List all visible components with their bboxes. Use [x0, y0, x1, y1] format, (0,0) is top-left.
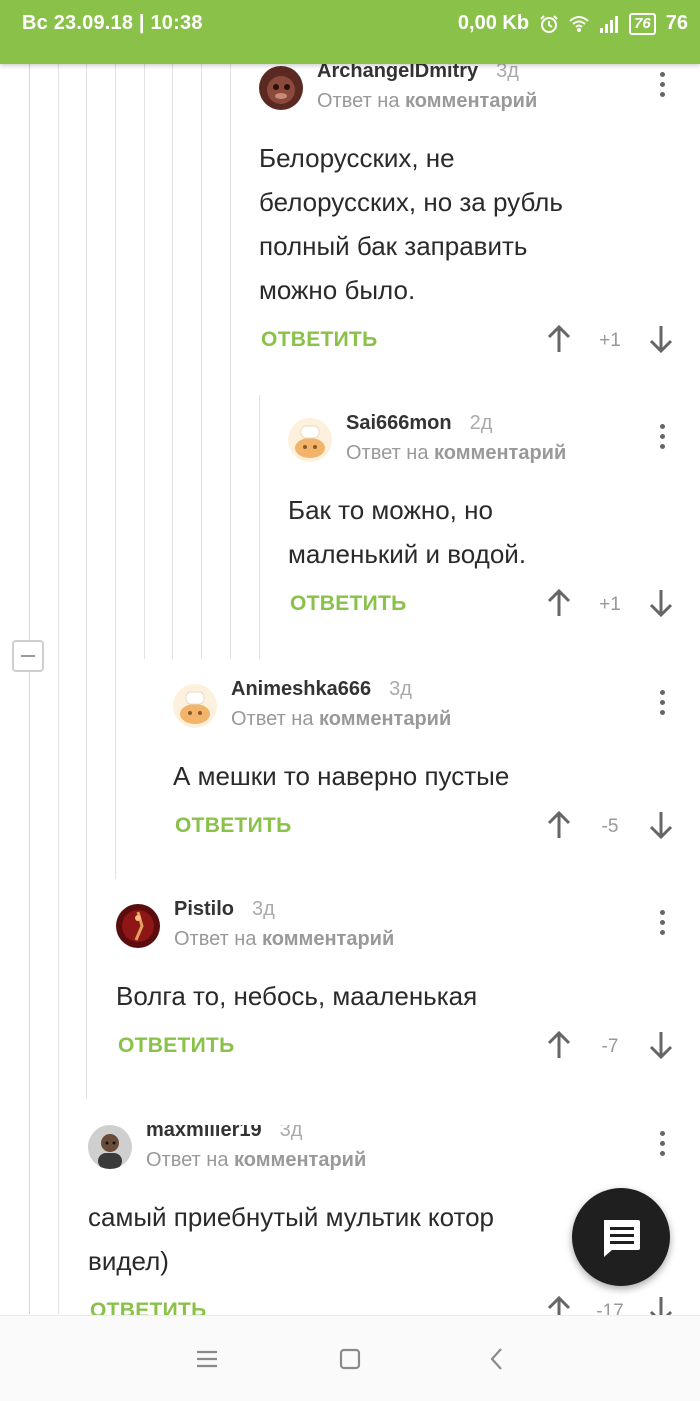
reply-to-line: Ответ на комментарий [346, 442, 567, 464]
system-navigation-bar [0, 1315, 700, 1401]
thread-line [259, 395, 260, 659]
thread-line [144, 64, 145, 659]
reply-to-link[interactable]: комментарий [234, 1149, 366, 1171]
comment: Sai666mon 2д Ответ на комментарий Бак то … [288, 412, 700, 628]
comment-username[interactable]: Sai666mon 2д [346, 412, 492, 435]
more-options-icon[interactable] [659, 910, 665, 938]
comment-rating: -7 [601, 1036, 619, 1057]
avatar[interactable] [173, 684, 217, 728]
comment-username[interactable]: Pistilo 3д [174, 898, 275, 921]
wifi-icon [569, 15, 589, 32]
comment-rating: -5 [601, 816, 619, 837]
comment-text-line: полный бак заправить [259, 231, 528, 261]
reply-button[interactable]: ОТВЕТИТЬ [261, 328, 378, 352]
thread-line [29, 64, 30, 1314]
battery-icon: 76 [629, 12, 656, 35]
avatar[interactable] [259, 66, 303, 110]
more-options-icon[interactable] [659, 72, 665, 100]
comment-time: 3д [252, 898, 275, 920]
comment-text-line: самый приебнутый мультик котор [88, 1202, 494, 1232]
comment: Pistilo 3д Ответ на комментарий Волга то,… [116, 898, 700, 1074]
battery-percent: 76 [665, 12, 688, 34]
more-options-icon[interactable] [659, 424, 665, 452]
comment-text-line: белорусских, но за рубль [259, 187, 563, 217]
thread-line [172, 64, 173, 659]
comment-time: 2д [469, 412, 493, 434]
downvote-arrow-icon[interactable] [647, 324, 675, 354]
reply-to-line: Ответ на комментарий [174, 928, 395, 950]
thread-line [115, 64, 116, 879]
comment-rating: +1 [599, 594, 621, 615]
signal-icon [600, 15, 619, 33]
alarm-icon [540, 14, 558, 33]
more-options-icon[interactable] [659, 1131, 665, 1159]
comment-time: 3д [279, 1125, 303, 1141]
upvote-arrow-icon[interactable] [545, 324, 573, 354]
comment-username[interactable]: maxmiller19 3д [146, 1125, 302, 1142]
reply-to-link[interactable]: комментарий [434, 442, 566, 464]
reply-to-link[interactable]: комментарий [262, 928, 394, 950]
reply-to-line: Ответ на комментарий [231, 708, 452, 730]
status-bar: Вс 23.09.18 | 10:38 0,00 Kb 76 76 [0, 0, 700, 64]
comment-rating: +1 [599, 330, 621, 351]
avatar[interactable] [288, 418, 332, 462]
comment-username[interactable]: Animeshka666 3д [231, 678, 412, 701]
reply-to-link[interactable]: комментарий [319, 708, 451, 730]
downvote-arrow-icon[interactable] [647, 1295, 675, 1315]
upvote-arrow-icon[interactable] [545, 1295, 573, 1315]
collapse-thread-button[interactable] [12, 640, 44, 672]
comment-text-line: Бак то можно, но [288, 495, 493, 525]
downvote-arrow-icon[interactable] [647, 1030, 675, 1060]
status-indicators: 0,00 Kb 76 76 [458, 12, 688, 35]
reply-to-link[interactable]: комментарий [405, 90, 537, 112]
downvote-arrow-icon[interactable] [647, 588, 675, 618]
reply-button[interactable]: ОТВЕТИТЬ [175, 814, 292, 838]
reply-button[interactable]: ОТВЕТИТЬ [90, 1299, 207, 1315]
upvote-arrow-icon[interactable] [545, 810, 573, 840]
comment-text-line: видел) [88, 1246, 169, 1276]
comment: ArchangelDmitry 3д Ответ на комментарий Б… [259, 60, 700, 366]
comment-text-line: Белорусских, не [259, 143, 455, 173]
reply-to-line: Ответ на комментарий [146, 1149, 367, 1171]
reply-to-line: Ответ на комментарий [317, 90, 538, 112]
upvote-arrow-icon[interactable] [545, 588, 573, 618]
thread-line [58, 64, 59, 1314]
thread-line [230, 64, 231, 659]
reply-button[interactable]: ОТВЕТИТЬ [290, 592, 407, 616]
comment-time: 3д [389, 678, 412, 700]
avatar[interactable] [116, 904, 160, 948]
thread-line [86, 64, 87, 1099]
downvote-arrow-icon[interactable] [647, 810, 675, 840]
back-chevron-icon[interactable] [482, 1344, 512, 1374]
comment-text-line: А мешки то наверно пустые [173, 761, 510, 791]
more-options-icon[interactable] [659, 690, 665, 718]
reply-button[interactable]: ОТВЕТИТЬ [118, 1034, 235, 1058]
menu-icon[interactable] [192, 1344, 222, 1374]
status-datetime: Вс 23.09.18 | 10:38 [22, 12, 203, 34]
comment-rating: -17 [596, 1301, 624, 1315]
upvote-arrow-icon[interactable] [545, 1030, 573, 1060]
comment-text-line: маленький и водой. [288, 539, 527, 569]
comment-text-line: можно было. [259, 275, 416, 305]
comment: Animeshka666 3д Ответ на комментарий А ме… [173, 678, 700, 854]
thread-line [201, 64, 202, 659]
avatar[interactable] [88, 1125, 132, 1169]
home-square-icon[interactable] [335, 1344, 365, 1374]
network-speed: 0,00 Kb [457, 12, 530, 34]
comment-icon [604, 1220, 640, 1257]
write-comment-fab[interactable] [572, 1188, 670, 1286]
comment-text-line: Волга то, небось, мааленькая [116, 981, 478, 1011]
